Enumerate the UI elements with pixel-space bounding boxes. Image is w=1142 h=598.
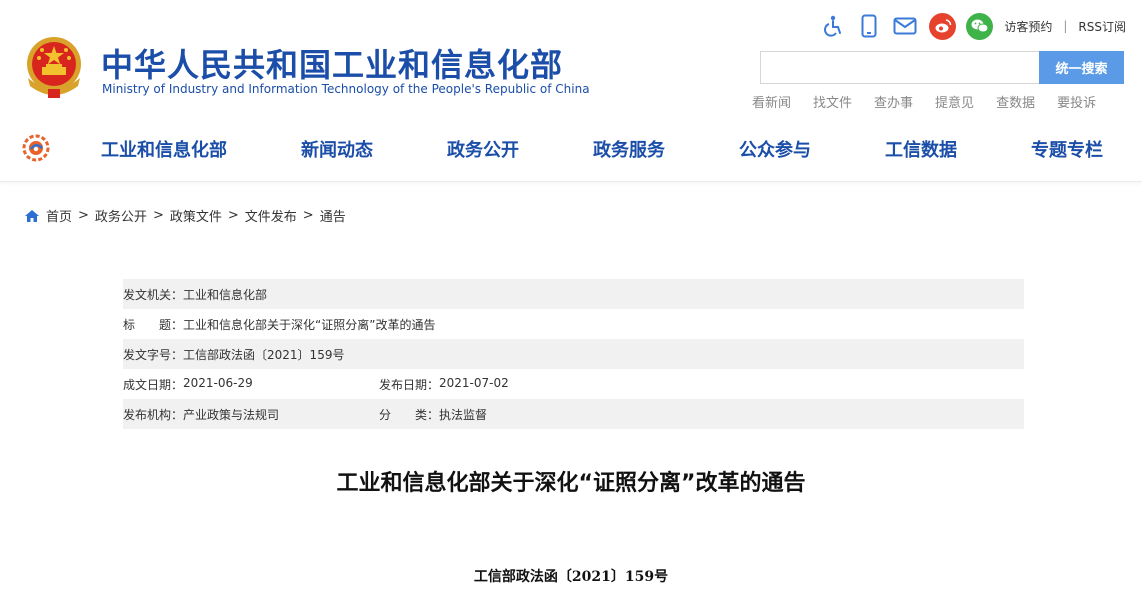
nav-item-news[interactable]: 新闻动态 [301,136,373,162]
breadcrumb-separator: > [152,208,164,223]
quick-link-data[interactable]: 查数据 [996,92,1035,111]
breadcrumb-notice[interactable]: 通告 [320,206,346,225]
document-meta-table: 发文机关： 工业和信息化部 标 题： 工业和信息化部关于深化“证照分离”改革的通… [123,279,1024,429]
meta-pubdate-value: 2021-07-02 [439,375,509,390]
quick-link-complaints[interactable]: 要投诉 [1057,92,1096,111]
breadcrumb: 首页 > 政务公开 > 政策文件 > 文件发布 > 通告 [24,206,346,225]
breadcrumb-home[interactable]: 首页 [46,206,72,225]
meta-org-label: 发布机构： [123,407,184,422]
home-icon[interactable] [24,209,40,223]
search-box: 统一搜索 [760,51,1124,84]
breadcrumb-separator: > [302,208,314,223]
tool-separator: | [1063,19,1068,33]
meta-date-label: 成文日期： [123,377,184,392]
nav-item-ministry[interactable]: 工业和信息化部 [101,136,227,162]
meta-row-docno: 发文字号： 工信部政法函〔2021〕159号 [123,339,1024,369]
meta-issuer-label: 发文机关： [123,287,184,302]
top-tools: 访客预约 | RSS订阅 [811,12,1126,40]
mobile-icon[interactable] [855,12,883,40]
meta-row-title: 标 题： 工业和信息化部关于深化“证照分离”改革的通告 [123,309,1024,339]
search-button[interactable]: 统一搜索 [1039,51,1124,84]
meta-title-label: 标 题： [123,317,184,332]
wechat-icon[interactable] [966,12,994,40]
mail-icon[interactable] [891,12,919,40]
nav-item-gov-services[interactable]: 政务服务 [593,136,665,162]
site-header: 中华人民共和国工业和信息化部 Ministry of Industry and … [0,0,1142,112]
quick-link-suggestions[interactable]: 提意见 [935,92,974,111]
meta-row-org: 发布机构： 产业政策与法规司 分 类： 执法监督 [123,399,1024,429]
nav-item-data[interactable]: 工信数据 [885,136,957,162]
visitor-booking-link[interactable]: 访客预约 [1004,18,1052,35]
article-doc-number: 工信部政法函〔2021〕159号 [473,569,669,585]
breadcrumb-policy-files[interactable]: 政策文件 [170,206,222,225]
national-emblem-icon[interactable] [22,34,86,100]
meta-category-label: 分 类： [379,407,440,422]
nav-item-public-participation[interactable]: 公众参与 [739,136,811,162]
nav-item-topics[interactable]: 专题专栏 [1031,136,1103,162]
quick-link-news[interactable]: 看新闻 [752,92,791,111]
search-input[interactable] [760,51,1039,84]
weibo-icon[interactable] [929,12,957,40]
rss-link[interactable]: RSS订阅 [1078,18,1126,35]
main-nav: 工业和信息化部 新闻动态 政务公开 政务服务 公众参与 工信数据 专题专栏 [0,112,1142,182]
meta-title-value: 工业和信息化部关于深化“证照分离”改革的通告 [183,317,436,332]
meta-row-dates: 成文日期： 2021-06-29 发布日期： 2021-07-02 [123,369,1024,399]
meta-date-value: 2021-06-29 [183,375,253,390]
breadcrumb-file-release[interactable]: 文件发布 [245,206,297,225]
breadcrumb-gov-affairs[interactable]: 政务公开 [95,206,147,225]
breadcrumb-separator: > [78,208,89,223]
site-subtitle: Ministry of Industry and Information Tec… [102,82,590,96]
miit-logo-icon[interactable] [22,134,50,162]
quick-links: 看新闻 找文件 查办事 提意见 查数据 要投诉 [752,92,1118,111]
meta-pubdate-label: 发布日期： [379,377,440,392]
meta-org-value: 产业政策与法规司 [183,407,280,422]
meta-docno-value: 工信部政法函〔2021〕159号 [183,347,345,362]
breadcrumb-separator: > [227,208,239,223]
article-title: 工业和信息化部关于深化“证照分离”改革的通告 [336,471,806,496]
meta-docno-label: 发文字号： [123,347,184,362]
nav-item-gov-affairs[interactable]: 政务公开 [447,136,519,162]
quick-link-files[interactable]: 找文件 [813,92,852,111]
meta-category-value: 执法监督 [439,407,488,422]
site-title: 中华人民共和国工业和信息化部 [101,46,564,84]
quick-link-services[interactable]: 查办事 [874,92,913,111]
meta-issuer-value: 工业和信息化部 [183,287,268,302]
meta-row-issuer: 发文机关： 工业和信息化部 [123,279,1024,309]
accessibility-icon[interactable] [819,12,847,40]
